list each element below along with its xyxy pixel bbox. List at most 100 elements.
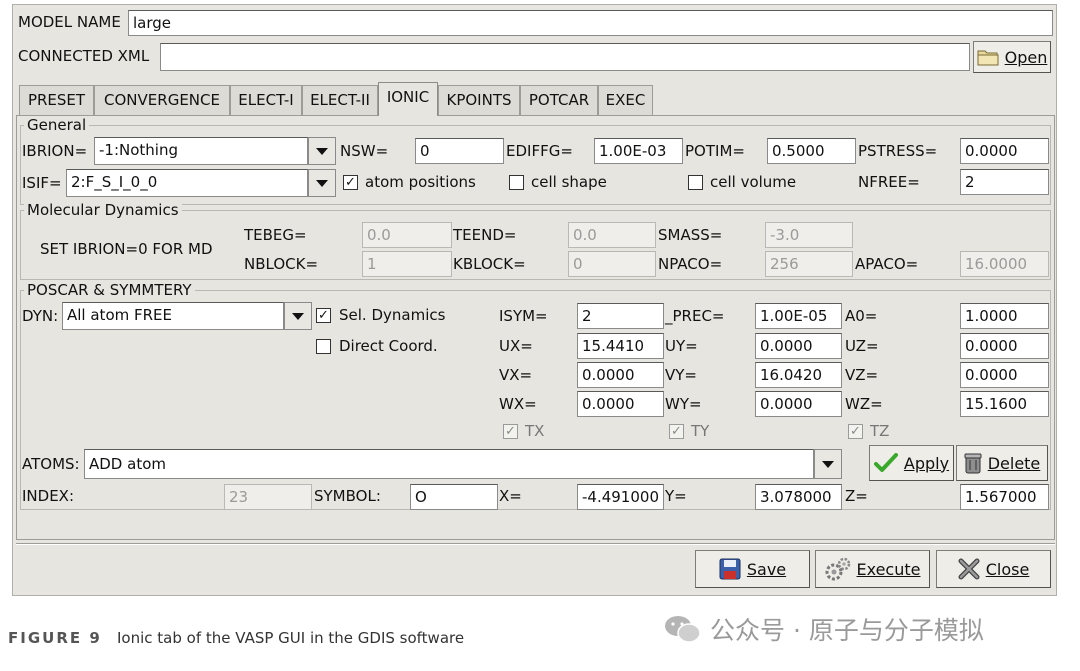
- connected-xml-input[interactable]: [160, 43, 970, 71]
- apaco-input[interactable]: 16.0000: [960, 251, 1049, 277]
- vz-input[interactable]: 0.0000: [960, 362, 1049, 388]
- connected-xml-label: CONNECTED XML: [18, 47, 150, 65]
- uy-label: UY=: [665, 337, 698, 355]
- tab-exec[interactable]: EXEC: [598, 85, 653, 115]
- wx-label: WX=: [499, 395, 537, 413]
- y-input[interactable]: 3.078000: [755, 484, 842, 510]
- poscar-frame-title: POSCAR & SYMMTERY: [24, 281, 195, 299]
- ibrion-dropdown-button[interactable]: [308, 137, 336, 165]
- pstress-label: PSTRESS=: [858, 142, 938, 160]
- nsw-input[interactable]: 0: [415, 138, 504, 164]
- nsw-label: NSW=: [340, 142, 389, 160]
- open-button-label: Open: [1004, 47, 1048, 67]
- x-input[interactable]: -4.491000: [577, 484, 664, 510]
- vz-label: VZ=: [845, 366, 879, 384]
- md-note: SET IBRION=0 FOR MD: [40, 240, 213, 258]
- atom-positions-label: atom positions: [365, 173, 476, 191]
- ux-input[interactable]: 15.4410: [577, 333, 664, 359]
- chevron-down-icon: [316, 147, 328, 155]
- sel-dynamics-checkbox[interactable]: ✓: [316, 308, 331, 323]
- wz-label: WZ=: [845, 395, 883, 413]
- floppy-disk-icon: [719, 558, 741, 580]
- gears-icon: [825, 557, 850, 581]
- a0-input[interactable]: 1.0000: [960, 303, 1049, 329]
- ibrion-combo[interactable]: -1:Nothing: [94, 137, 308, 165]
- atoms-combo[interactable]: ADD atom: [84, 449, 814, 479]
- prec-input[interactable]: 1.00E-05: [755, 303, 842, 329]
- isym-input[interactable]: 2: [577, 303, 664, 329]
- tab-convergence[interactable]: CONVERGENCE: [94, 85, 230, 115]
- index-input[interactable]: 23: [224, 484, 312, 510]
- direct-coord-checkbox[interactable]: [316, 339, 331, 354]
- chevron-down-icon: [822, 460, 834, 468]
- z-label: Z=: [845, 487, 868, 505]
- smass-input[interactable]: -3.0: [765, 222, 853, 248]
- tab-preset[interactable]: PRESET: [19, 85, 94, 115]
- kblock-input[interactable]: 0: [568, 251, 656, 277]
- nblock-label: NBLOCK=: [244, 255, 319, 273]
- x-label: X=: [499, 487, 522, 505]
- wz-input[interactable]: 15.1600: [960, 391, 1049, 417]
- wy-label: WY=: [665, 395, 702, 413]
- tebeg-input[interactable]: 0.0: [362, 222, 452, 248]
- y-label: Y=: [665, 487, 687, 505]
- isif-dropdown-button[interactable]: [308, 169, 336, 197]
- vy-input[interactable]: 16.0420: [755, 362, 842, 388]
- npaco-input[interactable]: 256: [765, 251, 853, 277]
- close-x-icon: [958, 558, 980, 580]
- close-button[interactable]: Close: [936, 550, 1051, 588]
- teend-input[interactable]: 0.0: [568, 222, 656, 248]
- ediffg-input[interactable]: 1.00E-03: [594, 138, 683, 164]
- atoms-dropdown-button[interactable]: [814, 449, 842, 479]
- atom-positions-checkbox[interactable]: ✓: [343, 175, 358, 190]
- tab-potcar[interactable]: POTCAR: [520, 85, 598, 115]
- checkmark-icon: [873, 453, 898, 472]
- vy-label: VY=: [665, 366, 697, 384]
- tab-kpoints[interactable]: KPOINTS: [438, 85, 520, 115]
- delete-button[interactable]: Delete: [956, 445, 1048, 481]
- isym-label: ISYM=: [499, 307, 548, 325]
- tab-elect-ii[interactable]: ELECT-II: [302, 85, 378, 115]
- apaco-label: APACO=: [855, 255, 919, 273]
- npaco-label: NPACO=: [658, 255, 723, 273]
- kblock-label: KBLOCK=: [453, 255, 526, 273]
- potim-input[interactable]: 0.5000: [767, 138, 856, 164]
- tx-checkbox[interactable]: ✓: [503, 424, 518, 439]
- figure-number: FIGURE 9: [8, 629, 102, 647]
- close-button-label: Close: [985, 559, 1030, 579]
- tz-checkbox[interactable]: ✓: [848, 424, 863, 439]
- execute-button[interactable]: Execute: [815, 550, 930, 588]
- general-frame-title: General: [24, 116, 90, 134]
- wy-input[interactable]: 0.0000: [755, 391, 842, 417]
- ty-label: TY: [691, 422, 710, 440]
- isif-label: ISIF=: [22, 174, 62, 192]
- model-name-input[interactable]: large: [128, 10, 1053, 36]
- watermark: 公众号 · 原子与分子模拟: [664, 612, 984, 646]
- dyn-dropdown-button[interactable]: [284, 302, 312, 330]
- uy-input[interactable]: 0.0000: [755, 333, 842, 359]
- dyn-combo[interactable]: All atom FREE: [62, 302, 284, 330]
- save-button[interactable]: Save: [695, 550, 810, 588]
- nfree-input[interactable]: 2: [960, 169, 1049, 195]
- apply-button[interactable]: Apply: [869, 445, 954, 481]
- ty-checkbox[interactable]: ✓: [669, 424, 684, 439]
- symbol-input[interactable]: O: [410, 484, 498, 510]
- footer-separator: [16, 543, 1055, 545]
- uz-input[interactable]: 0.0000: [960, 333, 1049, 359]
- md-frame-title: Molecular Dynamics: [24, 201, 182, 219]
- vx-input[interactable]: 0.0000: [577, 362, 664, 388]
- isif-combo[interactable]: 2:F_S_I_0_0: [66, 169, 308, 197]
- cell-shape-checkbox[interactable]: [509, 175, 524, 190]
- tab-elect-i[interactable]: ELECT-I: [230, 85, 302, 115]
- cell-volume-checkbox[interactable]: [688, 175, 703, 190]
- pstress-input[interactable]: 0.0000: [960, 138, 1049, 164]
- apply-button-label: Apply: [903, 453, 950, 473]
- a0-label: A0=: [845, 307, 878, 325]
- atoms-label: ATOMS:: [22, 455, 80, 473]
- open-button[interactable]: Open: [973, 41, 1051, 73]
- nblock-input[interactable]: 1: [362, 251, 452, 277]
- z-input[interactable]: 1.567000: [960, 484, 1049, 510]
- tab-ionic[interactable]: IONIC: [378, 82, 438, 116]
- wx-input[interactable]: 0.0000: [577, 391, 664, 417]
- chevron-down-icon: [316, 179, 328, 187]
